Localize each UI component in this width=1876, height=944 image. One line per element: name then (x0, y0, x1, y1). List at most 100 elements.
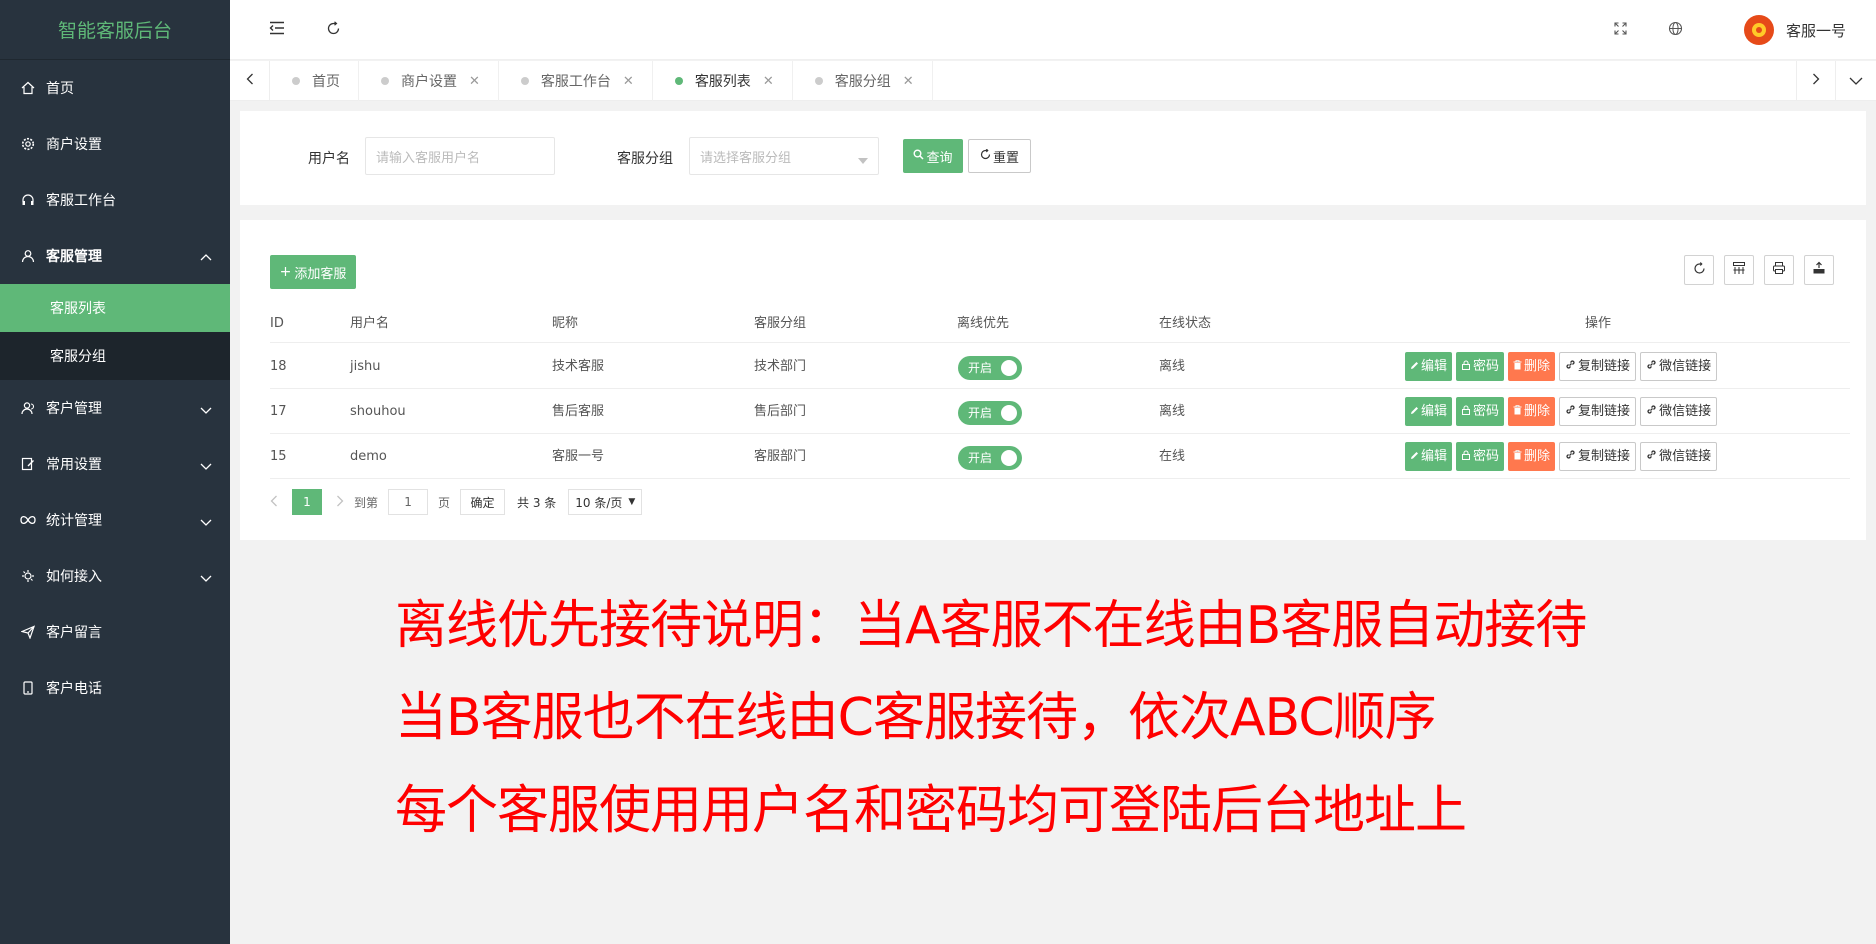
infinity-icon (20, 512, 36, 528)
agent-submenu: 客服列表 客服分组 (0, 284, 230, 380)
copy-link-button[interactable]: 复制链接 (1559, 442, 1637, 471)
agent-table-panel: + 添加客服 ID 用户名 昵称 客服分组 离线优先 在线状态 操作 18 ji… (240, 220, 1866, 540)
close-icon[interactable]: ✕ (469, 74, 480, 89)
copy-link-button[interactable]: 复制链接 (1559, 352, 1637, 381)
refresh-page-button[interactable] (313, 0, 353, 60)
copy-link-button[interactable]: 复制链接 (1559, 397, 1637, 426)
password-label: 密码 (1473, 449, 1500, 464)
delete-button[interactable]: 删除 (1508, 352, 1556, 381)
tab-dot (674, 77, 683, 85)
cell-username: jishu (350, 359, 381, 374)
goto-page-input[interactable]: 1 (388, 489, 429, 515)
sidebar-item-merchant-settings[interactable]: 商户设置 (0, 116, 230, 172)
chevron-left-icon (246, 73, 254, 89)
sidebar-item-how-to-integrate[interactable]: 如何接入 (0, 548, 230, 604)
sidebar-item-customer-messages[interactable]: 客户留言 (0, 604, 230, 660)
offline-priority-toggle[interactable]: 开启 (958, 356, 1022, 380)
sidebar-subitem-agent-list[interactable]: 客服列表 (0, 284, 230, 332)
columns-icon (1732, 261, 1746, 279)
edit-button[interactable]: 编辑 (1405, 352, 1453, 381)
sidebar-item-customer-management[interactable]: 客户管理 (0, 380, 230, 436)
sidebar-item-label: 常用设置 (46, 457, 102, 473)
sidebar-item-label: 如何接入 (46, 569, 102, 585)
pager-next-icon[interactable] (336, 495, 344, 510)
close-icon[interactable]: ✕ (763, 74, 774, 89)
phone-icon (20, 680, 36, 696)
group-select[interactable]: 请选择客服分组 (689, 137, 879, 175)
wechat-link-button[interactable]: 微信链接 (1640, 397, 1718, 426)
close-icon[interactable]: ✕ (903, 74, 914, 89)
sidebar-item-home[interactable]: 首页 (0, 60, 230, 116)
tab-home[interactable]: 首页 (270, 61, 359, 101)
column-header: 客服分组 (754, 316, 807, 331)
print-button[interactable] (1764, 255, 1794, 285)
table-row: 18 jishu 技术客服 技术部门 开启 离线 编辑 密码 删除 复制链接 微… (270, 344, 1850, 389)
username-search-input[interactable]: 请输入客服用户名 (365, 137, 555, 175)
delete-label: 删除 (1524, 449, 1551, 464)
reset-button[interactable]: 重置 (968, 139, 1031, 173)
tab-dot (814, 77, 823, 85)
tabs-menu-button[interactable] (1836, 61, 1876, 101)
edit-label: 编辑 (1421, 359, 1448, 374)
tab-workbench[interactable]: 客服工作台 ✕ (499, 61, 653, 101)
row-actions: 编辑 密码 删除 复制链接 微信链接 (1405, 352, 1721, 381)
sidebar-item-common-settings[interactable]: 常用设置 (0, 436, 230, 492)
wechat-link-label: 微信链接 (1659, 404, 1712, 419)
tabs-scroll-right-button[interactable] (1796, 61, 1836, 101)
sidebar-item-customer-phone[interactable]: 客户电话 (0, 660, 230, 716)
page-number-current[interactable]: 1 (292, 489, 322, 515)
cell-nickname: 客服一号 (552, 449, 605, 464)
password-button[interactable]: 密码 (1456, 442, 1505, 471)
edit-button[interactable]: 编辑 (1405, 397, 1453, 426)
pager-prev-icon[interactable] (270, 495, 278, 510)
password-button[interactable]: 密码 (1456, 397, 1505, 426)
user-name: 客服一号 (1785, 21, 1846, 40)
tabs-scroll-left-button[interactable] (230, 61, 270, 101)
edit-button[interactable]: 编辑 (1405, 442, 1453, 471)
link-icon (1565, 352, 1578, 381)
sidebar-item-agent-management[interactable]: 客服管理 (0, 228, 230, 284)
caret-down-icon (858, 153, 868, 168)
page-size-select[interactable]: 10 条/页 ▼ (568, 489, 643, 515)
cell-group: 客服部门 (754, 449, 807, 464)
table-refresh-button[interactable] (1684, 255, 1714, 285)
offline-priority-toggle[interactable]: 开启 (958, 446, 1022, 470)
link-icon (1565, 442, 1578, 471)
close-icon[interactable]: ✕ (623, 74, 634, 89)
sidebar-item-workbench[interactable]: 客服工作台 (0, 172, 230, 228)
toggle-label: 开启 (968, 406, 993, 420)
wechat-link-button[interactable]: 微信链接 (1640, 442, 1718, 471)
language-button[interactable] (1655, 0, 1695, 60)
cell-username: shouhou (350, 404, 406, 419)
export-button[interactable] (1804, 255, 1834, 285)
goto-confirm-button[interactable]: 确定 (460, 489, 506, 515)
delete-button[interactable]: 删除 (1508, 442, 1556, 471)
query-button[interactable]: 查询 (903, 139, 963, 173)
lock-icon (1461, 442, 1473, 471)
offline-priority-toggle[interactable]: 开启 (958, 401, 1022, 425)
fullscreen-button[interactable] (1600, 0, 1640, 60)
password-button[interactable]: 密码 (1456, 352, 1505, 381)
username-placeholder: 请输入客服用户名 (376, 150, 481, 166)
tab-agent-list[interactable]: 客服列表 ✕ (653, 61, 793, 101)
tab-merchant-settings[interactable]: 商户设置 ✕ (359, 61, 499, 101)
toggle-label: 开启 (968, 451, 993, 465)
collapse-sidebar-button[interactable] (257, 0, 297, 60)
plus-icon: + (279, 264, 292, 280)
wechat-link-button[interactable]: 微信链接 (1640, 352, 1718, 381)
sidebar-item-statistics[interactable]: 统计管理 (0, 492, 230, 548)
column-filter-button[interactable] (1724, 255, 1754, 285)
send-icon (20, 624, 36, 640)
home-icon (20, 80, 36, 96)
table-row: 15 demo 客服一号 客服部门 开启 在线 编辑 密码 删除 复制链接 微信… (270, 434, 1850, 479)
tab-dot (381, 77, 389, 85)
user-menu[interactable]: 客服一号 (1743, 0, 1846, 60)
link-icon (1646, 397, 1659, 426)
add-agent-button[interactable]: + 添加客服 (270, 255, 356, 289)
tab-agent-groups[interactable]: 客服分组 ✕ (793, 61, 933, 101)
sidebar-subitem-agent-groups[interactable]: 客服分组 (0, 332, 230, 380)
user-icon (20, 248, 36, 264)
delete-button[interactable]: 删除 (1508, 397, 1556, 426)
edit-label: 编辑 (1421, 404, 1448, 419)
row-actions: 编辑 密码 删除 复制链接 微信链接 (1405, 397, 1721, 426)
